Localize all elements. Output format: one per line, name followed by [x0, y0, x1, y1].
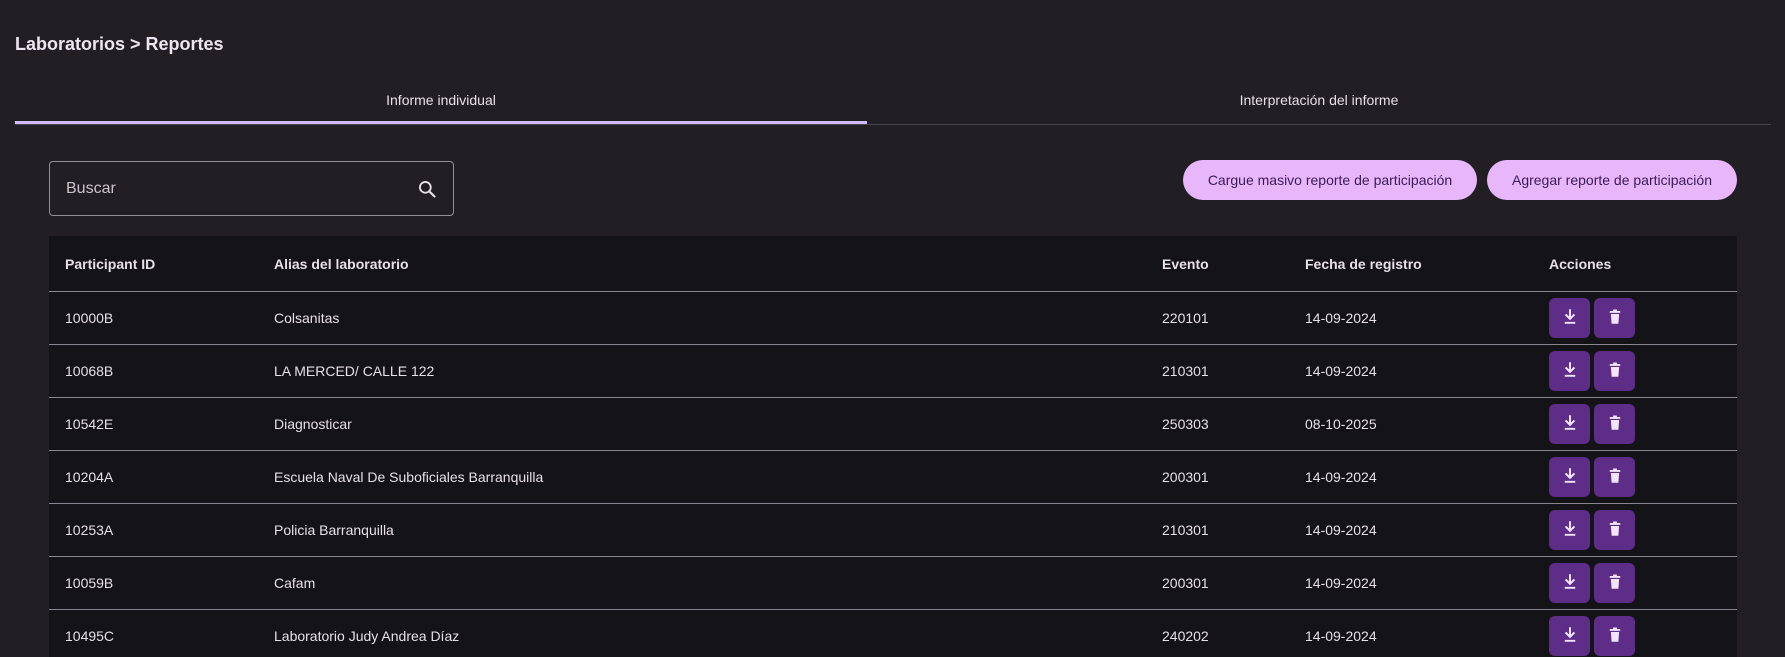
- cell-alias: Laboratorio Judy Andrea Díaz: [274, 628, 460, 644]
- table-body: 10000B Colsanitas 220101 14-09-2024 10068B LA…: [49, 292, 1737, 657]
- cell-participant-id: 10542E: [65, 416, 114, 432]
- table-row[interactable]: 10253A Policia Barranquilla 210301 14-09-20…: [49, 504, 1737, 557]
- download-icon: [1561, 414, 1579, 435]
- add-report-button[interactable]: Agregar reporte de participación: [1487, 160, 1737, 200]
- download-icon: [1561, 626, 1579, 647]
- download-icon: [1561, 467, 1579, 488]
- download-button[interactable]: [1549, 563, 1590, 603]
- trash-icon: [1606, 308, 1624, 329]
- cell-alias: Policia Barranquilla: [274, 522, 394, 538]
- table-row[interactable]: 10000B Colsanitas 220101 14-09-2024: [49, 292, 1737, 345]
- header-fecha[interactable]: Fecha de registro: [1305, 256, 1422, 272]
- search-field[interactable]: [49, 161, 454, 216]
- delete-button[interactable]: [1594, 510, 1635, 550]
- download-button[interactable]: [1549, 351, 1590, 391]
- header-participant-id[interactable]: Participant ID: [65, 256, 155, 272]
- delete-button[interactable]: [1594, 351, 1635, 391]
- cell-participant-id: 10495C: [65, 628, 115, 644]
- trash-icon: [1606, 467, 1624, 488]
- download-icon: [1561, 361, 1579, 382]
- cell-alias: Escuela Naval De Suboficiales Barranquil…: [274, 469, 544, 485]
- bulk-upload-button[interactable]: Cargue masivo reporte de participación: [1183, 160, 1477, 200]
- header-acciones: Acciones: [1549, 255, 1612, 272]
- cell-evento: 250303: [1162, 416, 1209, 432]
- table-row[interactable]: 10542E Diagnosticar 250303 08-10-2025: [49, 398, 1737, 451]
- row-actions: [1549, 510, 1635, 550]
- trash-icon: [1606, 520, 1624, 541]
- delete-button[interactable]: [1594, 457, 1635, 497]
- cell-evento: 200301: [1162, 469, 1209, 485]
- cell-participant-id: 10253A: [65, 522, 114, 538]
- search-icon[interactable]: [415, 177, 439, 201]
- cell-fecha: 14-09-2024: [1305, 575, 1377, 591]
- cell-alias: Colsanitas: [274, 310, 340, 326]
- row-actions: [1549, 404, 1635, 444]
- delete-button[interactable]: [1594, 404, 1635, 444]
- cell-alias: Diagnosticar: [274, 416, 352, 432]
- table-row[interactable]: 10068B LA MERCED/ CALLE 122 210301 14-09-20…: [49, 345, 1737, 398]
- reports-page: Laboratorios > Reportes Informe individu…: [0, 0, 1785, 657]
- delete-button[interactable]: [1594, 616, 1635, 656]
- tab-informe-individual[interactable]: Informe individual: [15, 82, 867, 124]
- header-alias[interactable]: Alias del laboratorio: [274, 256, 409, 272]
- cell-evento: 210301: [1162, 522, 1209, 538]
- delete-button[interactable]: [1594, 298, 1635, 338]
- cell-fecha: 14-09-2024: [1305, 363, 1377, 379]
- trash-icon: [1606, 573, 1624, 594]
- row-actions: [1549, 298, 1635, 338]
- cell-evento: 200301: [1162, 575, 1209, 591]
- download-button[interactable]: [1549, 457, 1590, 497]
- trash-icon: [1606, 361, 1624, 382]
- cell-participant-id: 10204A: [65, 469, 114, 485]
- cell-participant-id: 10000B: [65, 310, 114, 326]
- cell-fecha: 14-09-2024: [1305, 469, 1377, 485]
- row-actions: [1549, 457, 1635, 497]
- cell-evento: 220101: [1162, 310, 1209, 326]
- tab-interpretacion-informe[interactable]: Interpretación del informe: [867, 82, 1771, 124]
- search-input[interactable]: [66, 179, 415, 198]
- cell-fecha: 14-09-2024: [1305, 522, 1377, 538]
- table-header: Participant ID Alias del laboratorio Eve…: [49, 236, 1737, 292]
- download-button[interactable]: [1549, 298, 1590, 338]
- cell-evento: 240202: [1162, 628, 1209, 644]
- download-icon: [1561, 520, 1579, 541]
- delete-button[interactable]: [1594, 563, 1635, 603]
- download-button[interactable]: [1549, 616, 1590, 656]
- cell-participant-id: 10059B: [65, 575, 114, 591]
- cell-fecha: 14-09-2024: [1305, 628, 1377, 644]
- download-icon: [1561, 573, 1579, 594]
- cell-fecha: 08-10-2025: [1305, 416, 1377, 432]
- download-button[interactable]: [1549, 510, 1590, 550]
- header-evento[interactable]: Evento: [1162, 256, 1209, 272]
- breadcrumb: Laboratorios > Reportes: [15, 34, 224, 54]
- download-icon: [1561, 308, 1579, 329]
- reports-table: Participant ID Alias del laboratorio Eve…: [49, 236, 1737, 657]
- trash-icon: [1606, 626, 1624, 647]
- table-row[interactable]: 10059B Cafam 200301 14-09-2024: [49, 557, 1737, 610]
- cell-fecha: 14-09-2024: [1305, 310, 1377, 326]
- cell-evento: 210301: [1162, 363, 1209, 379]
- cell-participant-id: 10068B: [65, 363, 114, 379]
- tabs: Informe individual Interpretación del in…: [15, 82, 1771, 125]
- row-actions: [1549, 351, 1635, 391]
- row-actions: [1549, 563, 1635, 603]
- cell-alias: LA MERCED/ CALLE 122: [274, 363, 435, 379]
- table-row[interactable]: 10495C Laboratorio Judy Andrea Díaz 240202…: [49, 610, 1737, 657]
- row-actions: [1549, 616, 1635, 656]
- download-button[interactable]: [1549, 404, 1590, 444]
- table-row[interactable]: 10204A Escuela Naval De Suboficiales Barr…: [49, 451, 1737, 504]
- trash-icon: [1606, 414, 1624, 435]
- cell-alias: Cafam: [274, 575, 316, 591]
